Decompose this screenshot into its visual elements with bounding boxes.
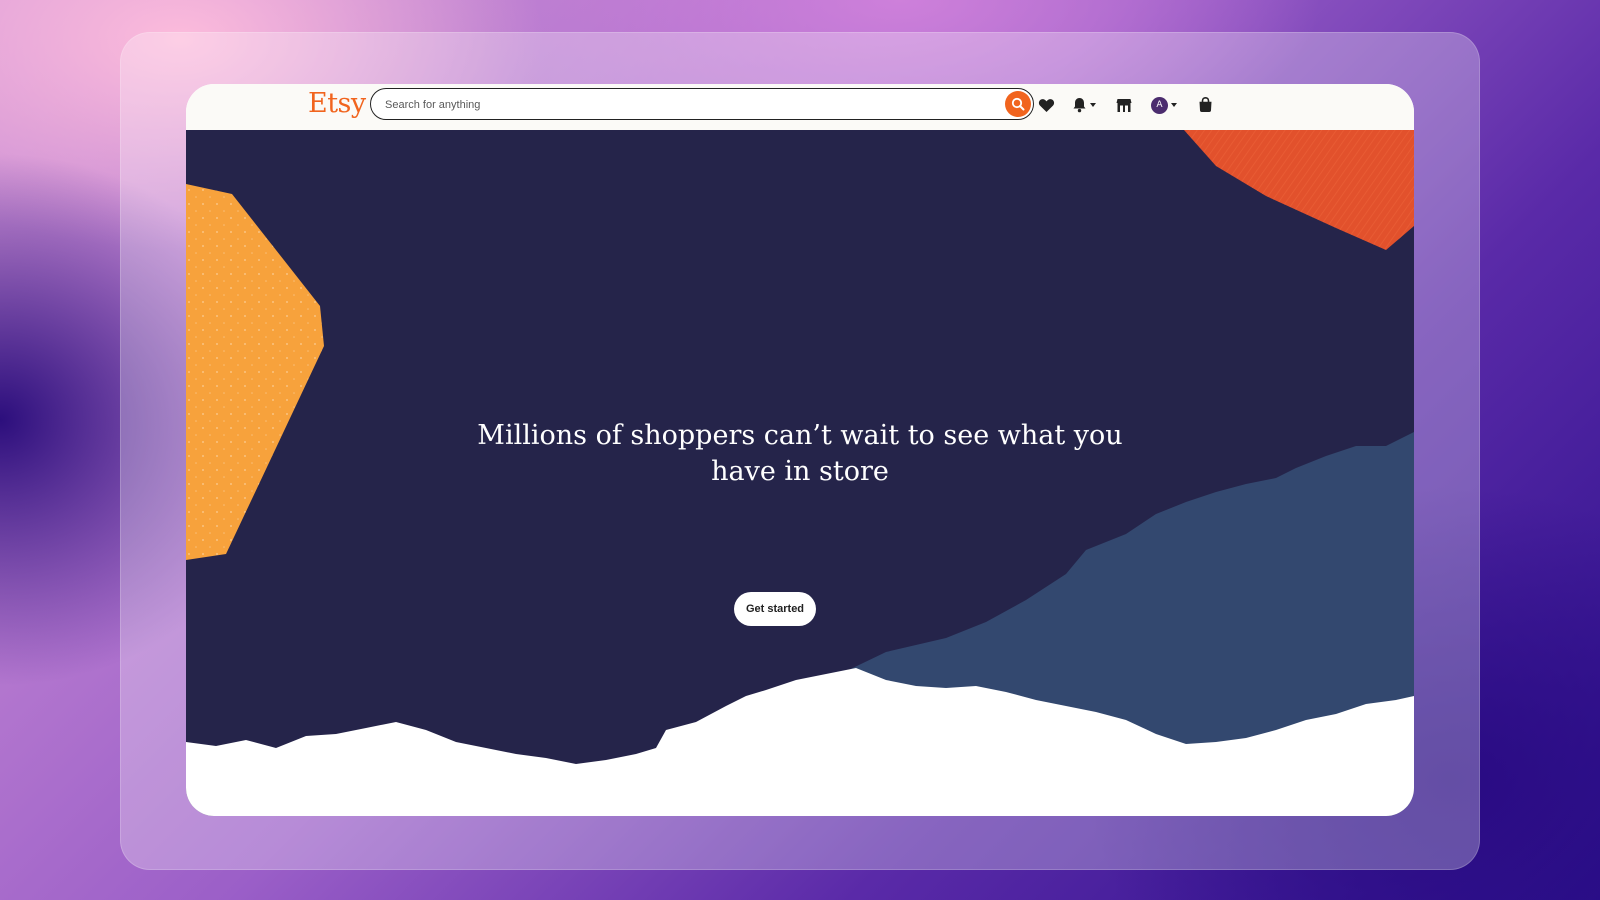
- cart-button[interactable]: [1198, 95, 1213, 115]
- site-header: Etsy Search for anything A: [186, 84, 1414, 131]
- avatar: A: [1151, 96, 1168, 114]
- shopping-bag-icon: [1199, 97, 1212, 112]
- orange-shape: [186, 184, 324, 560]
- avatar-letter: A: [1156, 100, 1163, 110]
- storefront-icon: [1116, 99, 1132, 112]
- favorites-button[interactable]: [1038, 95, 1055, 115]
- etsy-logo[interactable]: Etsy: [308, 88, 366, 119]
- hero-headline: Millions of shoppers can’t wait to see w…: [477, 420, 1123, 487]
- heart-icon: [1038, 98, 1055, 112]
- search-button[interactable]: [1005, 91, 1031, 117]
- search-bar: [370, 88, 1034, 120]
- red-orange-shape: [1184, 130, 1414, 250]
- notifications-button[interactable]: [1072, 95, 1096, 115]
- browser-window: Etsy Search for anything A Millions of s…: [186, 84, 1414, 816]
- magnifier-icon: [1011, 97, 1025, 111]
- search-input[interactable]: [383, 95, 987, 115]
- bell-icon: [1073, 98, 1086, 113]
- hero-banner: Millions of shoppers can’t wait to see w…: [186, 130, 1414, 816]
- chevron-down-icon: [1171, 103, 1177, 107]
- chevron-down-icon: [1090, 103, 1096, 107]
- shop-manager-button[interactable]: [1116, 95, 1132, 115]
- account-button[interactable]: A: [1151, 95, 1177, 115]
- get-started-button[interactable]: Get started: [734, 592, 816, 626]
